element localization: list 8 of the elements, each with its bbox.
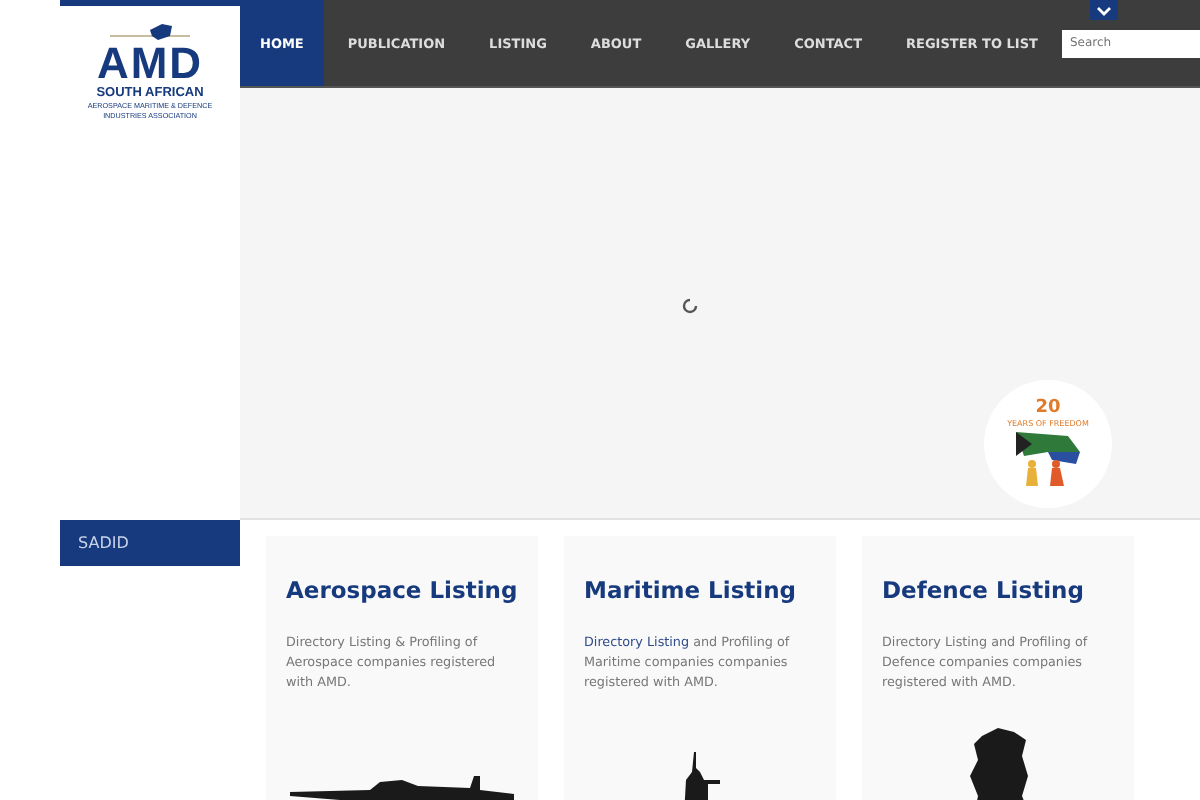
- sidebar-item[interactable]: SADID: [60, 520, 240, 566]
- loading-spinner-icon: [682, 298, 698, 314]
- chevron-down-button[interactable]: [1090, 0, 1118, 20]
- badge-number: 20: [1035, 400, 1061, 418]
- card-title[interactable]: Aerospace Listing: [286, 576, 518, 604]
- card-title[interactable]: Defence Listing: [882, 576, 1114, 604]
- chevron-down-icon: [1096, 5, 1112, 15]
- card-title[interactable]: Maritime Listing: [584, 576, 816, 604]
